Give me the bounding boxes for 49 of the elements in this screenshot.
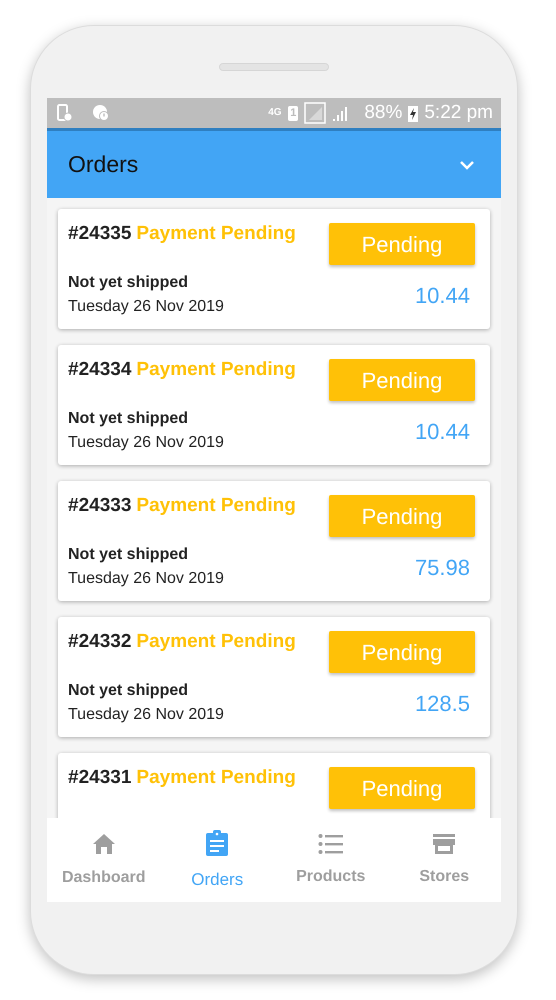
- pending-button[interactable]: Pending: [329, 223, 475, 265]
- pending-button[interactable]: Pending: [329, 359, 475, 401]
- payment-status: Payment Pending: [136, 631, 296, 653]
- order-number: #24333: [68, 495, 132, 517]
- battery-percent: 88%: [364, 100, 402, 125]
- nav-tab[interactable]: Products: [274, 831, 388, 889]
- network-label: 4G: [268, 108, 282, 118]
- shipping-status: Not yet shipped: [68, 273, 188, 293]
- order-date: Tuesday 26 Nov 2019: [68, 569, 224, 589]
- payment-status: Payment Pending: [136, 223, 296, 245]
- shipping-status: Not yet shipped: [68, 545, 188, 565]
- order-amount: 128.5: [414, 691, 470, 717]
- order-date: Tuesday 26 Nov 2019: [68, 705, 224, 725]
- clipboard-icon: [205, 829, 230, 858]
- alert-icon: [91, 103, 111, 123]
- nav-tab[interactable]: Dashboard: [47, 830, 160, 890]
- nav-tab[interactable]: Orders: [160, 827, 274, 893]
- order-card[interactable]: #24333 Payment Pending Not yet shipped Tuesday 26 Nov 2019 Pending 75.98: [58, 481, 490, 601]
- order-number: #24332: [68, 631, 132, 653]
- order-number: #24331: [68, 767, 132, 789]
- app-title: Orders: [68, 150, 140, 180]
- home-icon: [90, 832, 117, 856]
- payment-status: Payment Pending: [136, 359, 296, 381]
- list-icon: [318, 833, 344, 855]
- clock-time: 5:22 pm: [424, 100, 493, 125]
- shipping-status: Not yet shipped: [68, 409, 188, 429]
- chevron-down-icon[interactable]: [459, 160, 475, 170]
- battery-icon: [408, 104, 418, 122]
- order-amount: 75.98: [414, 555, 470, 581]
- shipping-status: Not yet shipped: [68, 681, 188, 701]
- order-date: Tuesday 26 Nov 2019: [68, 297, 224, 317]
- nav-tab[interactable]: Stores: [388, 831, 501, 889]
- pending-button[interactable]: Pending: [329, 631, 475, 673]
- order-card[interactable]: #24332 Payment Pending Not yet shipped Tuesday 26 Nov 2019 Pending 128.5: [58, 617, 490, 737]
- pending-button[interactable]: Pending: [329, 767, 475, 809]
- order-number: #24334: [68, 359, 132, 381]
- signal-icon: [304, 102, 326, 124]
- payment-status: Payment Pending: [136, 495, 296, 517]
- order-card[interactable]: #24331 Payment Pending Pending: [58, 753, 490, 818]
- order-amount: 10.44: [414, 283, 470, 309]
- order-date: Tuesday 26 Nov 2019: [68, 433, 224, 453]
- pending-button[interactable]: Pending: [329, 495, 475, 537]
- order-amount: 10.44: [414, 419, 470, 445]
- order-number: #24335: [68, 223, 132, 245]
- order-card[interactable]: #24334 Payment Pending Not yet shipped Tuesday 26 Nov 2019 Pending 10.44: [58, 345, 490, 465]
- store-icon: [432, 833, 456, 855]
- payment-status: Payment Pending: [136, 767, 296, 789]
- order-card[interactable]: #24335 Payment Pending Not yet shipped Tuesday 26 Nov 2019 Pending 10.44: [58, 209, 490, 329]
- sim-label: 1: [288, 106, 298, 120]
